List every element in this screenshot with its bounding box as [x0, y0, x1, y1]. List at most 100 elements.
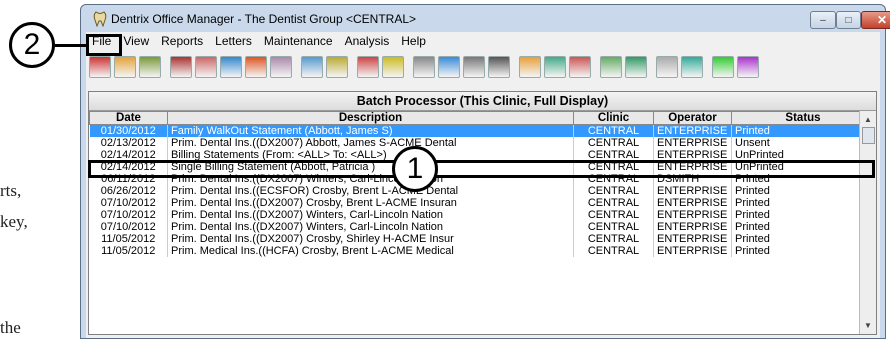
cell-status: Printed	[731, 197, 875, 209]
title-bar[interactable]: Dentrix Office Manager - The Dentist Gro…	[81, 5, 890, 32]
cell-operator: ENTERPRISE	[653, 209, 732, 221]
minimize-button[interactable]: –	[810, 11, 836, 29]
cell-date: 07/10/2012	[89, 197, 168, 209]
table-row[interactable]: 01/30/2012 Family WalkOut Statement (Abbo…	[89, 124, 875, 137]
cell-clinic: CENTRAL	[573, 137, 654, 149]
cell-date: 02/13/2012	[89, 137, 168, 149]
pencil-icon[interactable]	[195, 56, 217, 78]
menu-analysis[interactable]: Analysis	[339, 34, 396, 48]
col-clinic[interactable]: Clinic	[573, 111, 654, 125]
menu-bar: File View Reports Letters Maintenance An…	[86, 32, 880, 50]
book-icon[interactable]	[170, 56, 192, 78]
cell-date: 07/10/2012	[89, 221, 168, 233]
cell-status: Printed	[731, 185, 875, 197]
callout-box-selected-row	[88, 160, 875, 178]
table-header: Date Description Clinic Operator Status	[89, 111, 875, 125]
table-row[interactable]: 07/10/2012 Prim. Dental Ins.((DX2007) Win…	[89, 221, 875, 233]
cell-clinic: CENTRAL	[573, 124, 654, 137]
cell-description: Prim. Dental Ins.((DX2007) Crosby, Shirl…	[167, 233, 574, 245]
cell-operator: ENTERPRISE	[653, 245, 732, 257]
table-row[interactable]: 11/05/2012 Prim. Medical Ins.((HCFA) Cros…	[89, 245, 875, 257]
menu-maintenance[interactable]: Maintenance	[258, 34, 339, 48]
table-row[interactable]: 07/10/2012 Prim. Dental Ins.((DX2007) Cro…	[89, 197, 875, 209]
menu-letters[interactable]: Letters	[209, 34, 258, 48]
dollar-icon[interactable]	[382, 56, 404, 78]
statement-icon[interactable]	[89, 56, 111, 78]
scroll-thumb[interactable]	[862, 127, 875, 144]
vertical-scrollbar[interactable]: ▲ ▼	[859, 111, 876, 334]
menu-reports[interactable]: Reports	[155, 34, 209, 48]
patient-icon[interactable]	[270, 56, 292, 78]
scroll-up-arrow-icon[interactable]: ▲	[864, 115, 872, 124]
refresh-icon[interactable]	[519, 56, 541, 78]
menu-help[interactable]: Help	[395, 34, 432, 48]
col-operator[interactable]: Operator	[653, 111, 732, 125]
cell-operator: ENTERPRISE	[653, 185, 732, 197]
cell-date: 06/26/2012	[89, 185, 168, 197]
cell-status: Printed	[731, 221, 875, 233]
cell-status: Unsent	[731, 137, 875, 149]
graph-icon[interactable]	[681, 56, 703, 78]
close-button[interactable]: ✕	[861, 11, 890, 29]
cell-description: Prim. Dental Ins.((DX2007) Winters, Carl…	[167, 209, 574, 221]
cell-date: 01/30/2012	[89, 124, 168, 137]
cell-description: Family WalkOut Statement (Abbott, James …	[167, 124, 574, 137]
table-row[interactable]: 07/10/2012 Prim. Dental Ins.((DX2007) Win…	[89, 209, 875, 221]
scroll-down-arrow-icon[interactable]: ▼	[864, 321, 872, 330]
cell-date: 07/10/2012	[89, 209, 168, 221]
callout-leader-2	[55, 44, 87, 47]
cell-description: Prim. Medical Ins.((HCFA) Crosby, Brent …	[167, 245, 574, 257]
margin-text-2: key,	[0, 212, 28, 231]
appointment-icon[interactable]	[245, 56, 267, 78]
cell-description: Prim. Dental Ins.((DX2007) Abbott, James…	[167, 137, 574, 149]
maximize-button[interactable]: □	[836, 11, 861, 29]
chart-icon[interactable]	[326, 56, 348, 78]
menu-view[interactable]: View	[117, 34, 155, 48]
table-row[interactable]: 02/13/2012 Prim. Dental Ins.((DX2007) Abb…	[89, 137, 875, 149]
margin-text-1: rts,	[0, 181, 22, 200]
table-row[interactable]: 11/05/2012 Prim. Dental Ins.((DX2007) Cro…	[89, 233, 875, 245]
callout-box-file-menu	[86, 34, 122, 56]
calendar-icon[interactable]	[357, 56, 379, 78]
cell-status: Printed	[731, 233, 875, 245]
table-row[interactable]: 06/26/2012 Prim. Dental Ins.((ECSFOR) Cro…	[89, 185, 875, 197]
cell-clinic: CENTRAL	[573, 233, 654, 245]
transfer-icon[interactable]	[625, 56, 647, 78]
tooth-icon[interactable]	[656, 56, 678, 78]
mail-icon[interactable]	[301, 56, 323, 78]
monitor-icon[interactable]	[438, 56, 460, 78]
client-area: File View Reports Letters Maintenance An…	[86, 32, 880, 338]
insurance-icon[interactable]	[413, 56, 435, 78]
report-icon[interactable]	[114, 56, 136, 78]
tooth-app-icon	[93, 11, 107, 27]
query-icon[interactable]	[569, 56, 591, 78]
cell-operator: ENTERPRISE	[653, 221, 732, 233]
cell-clinic: CENTRAL	[573, 209, 654, 221]
window-title: Dentrix Office Manager - The Dentist Gro…	[111, 12, 417, 26]
sign-icon[interactable]	[737, 56, 759, 78]
printer-icon[interactable]	[463, 56, 485, 78]
batch-table: Date Description Clinic Operator Status …	[89, 111, 875, 257]
cell-operator: ENTERPRISE	[653, 197, 732, 209]
panel-title: Batch Processor (This Clinic, Full Displ…	[89, 92, 876, 111]
cell-status: Printed	[731, 245, 875, 257]
cell-clinic: CENTRAL	[573, 221, 654, 233]
col-description[interactable]: Description	[167, 111, 574, 125]
callout-badge-1: 1	[392, 146, 438, 192]
cell-operator: ENTERPRISE	[653, 233, 732, 245]
edit-icon[interactable]	[220, 56, 242, 78]
cell-clinic: CENTRAL	[573, 245, 654, 257]
cell-status: Printed	[731, 124, 875, 137]
chat-icon[interactable]	[712, 56, 734, 78]
col-status[interactable]: Status	[731, 111, 875, 125]
note-icon[interactable]	[139, 56, 161, 78]
people-icon[interactable]	[600, 56, 622, 78]
cell-date: 11/05/2012	[89, 245, 168, 257]
cell-operator: ENTERPRISE	[653, 124, 732, 137]
cell-clinic: CENTRAL	[573, 197, 654, 209]
cell-date: 11/05/2012	[89, 233, 168, 245]
cell-description: Prim. Dental Ins.((ECSFOR) Crosby, Brent…	[167, 185, 574, 197]
col-date[interactable]: Date	[89, 111, 168, 125]
help-icon[interactable]	[544, 56, 566, 78]
bin-icon[interactable]	[488, 56, 510, 78]
